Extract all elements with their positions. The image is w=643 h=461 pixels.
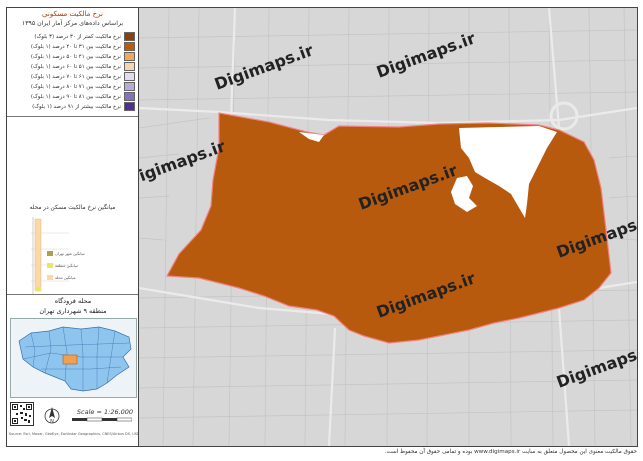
- imagery-credit: Source: Esri, Maxar, GeoEye, Earthstar G…: [9, 432, 139, 436]
- ownership-chart: میانگین شهر تهران میانگین منطقه میانگین …: [31, 217, 85, 295]
- legend-class-1: نرخ مالکیت کمتر از ۳۰ درصد (۳ بلوک): [10, 32, 135, 41]
- legend-swatch: [124, 32, 135, 41]
- legend-class-5: نرخ مالکیت بین ۶۱ تا ۷۰ درصد (۱ بلوک): [10, 72, 135, 81]
- legend-swatch: [124, 82, 135, 91]
- svg-text:N: N: [50, 419, 54, 425]
- legend-swatch: [124, 92, 135, 101]
- map-canvas: Digimaps.ir Digimaps.ir Digimaps.ir Digi…: [139, 8, 637, 446]
- legend-divider: [7, 294, 138, 295]
- legend-swatch: [124, 72, 135, 81]
- chart-bar-neighborhood: [34, 218, 42, 292]
- legend-label: نرخ مالکیت بین ۵۱ تا ۶۰ درصد (۱ بلوک): [30, 63, 121, 70]
- legend-label: نرخ مالکیت بین ۴۱ تا ۵۰ درصد (۱ بلوک): [30, 53, 121, 60]
- legend-swatch: [124, 52, 135, 61]
- legend-class-4: نرخ مالکیت بین ۵۱ تا ۶۰ درصد (۱ بلوک): [10, 62, 135, 71]
- legend-label: نرخ مالکیت بین ۷۱ تا ۸۰ درصد (۱ بلوک): [30, 83, 121, 90]
- legend-swatch-region: [47, 263, 53, 268]
- copyright-footer: حقوق مالکیت معنوی این محصول متعلق به سای…: [384, 449, 637, 455]
- legend-subtitle: براساس داده‌های مرکز آمار ایران ۱۳۹۵: [21, 20, 124, 27]
- legend-divider: [7, 116, 138, 117]
- legend-label: نرخ مالکیت بین ۸۱ تا ۹۰ درصد (۱ بلوک): [30, 93, 121, 100]
- legend-class-8: نرخ مالکیت بیشتر از ۹۱ درصد (۱ بلوک): [10, 102, 135, 111]
- basemap: Digimaps.ir Digimaps.ir Digimaps.ir Digi…: [139, 8, 637, 446]
- chart-bar-region: [35, 287, 41, 291]
- legend-label: نرخ مالکیت کمتر از ۳۰ درصد (۳ بلوک): [34, 33, 121, 40]
- legend-swatch-neighborhood: [47, 275, 53, 280]
- legend-swatch: [124, 42, 135, 51]
- chart-legend-neighborhood: میانگین محله: [55, 275, 76, 280]
- legend-title: نرخ مالکیت مسکونی: [42, 10, 103, 18]
- qr-code: [10, 402, 34, 426]
- district-name: محله فرودگاه: [54, 297, 92, 305]
- legend-label: نرخ مالکیت بین ۶۱ تا ۷۰ درصد (۱ بلوک): [30, 73, 121, 80]
- chart-legend-city: میانگین شهر تهران: [55, 251, 85, 256]
- scale-bar: [72, 417, 132, 422]
- legend-class-3: نرخ مالکیت بین ۴۱ تا ۵۰ درصد (۱ بلوک): [10, 52, 135, 61]
- legend-class-6: نرخ مالکیت بین ۷۱ تا ۸۰ درصد (۱ بلوک): [10, 82, 135, 91]
- legend-swatch-city: [47, 251, 53, 256]
- north-arrow-icon: N: [44, 407, 60, 425]
- district-region: منطقه ۹ شهرداری تهران: [39, 307, 107, 315]
- locator-map: [10, 318, 137, 398]
- scale-text: Scale = 1:26,000: [76, 408, 134, 416]
- tehran-regions-map: [18, 326, 132, 392]
- legend-class-7: نرخ مالکیت بین ۸۱ تا ۹۰ درصد (۱ بلوک): [10, 92, 135, 101]
- chart-legend-region: میانگین منطقه: [55, 263, 78, 268]
- chart-title: میانگین نرخ مالکیت مسکن در محله: [29, 205, 116, 211]
- legend-class-2: نرخ مالکیت بین ۳۱ تا ۴۰ درصد (۱ بلوک): [10, 42, 135, 51]
- highlighted-region: [62, 354, 78, 365]
- legend-swatch: [124, 62, 135, 71]
- legend-label: نرخ مالکیت بین ۳۱ تا ۴۰ درصد (۱ بلوک): [30, 43, 121, 50]
- legend-swatch: [124, 102, 135, 111]
- legend-label: نرخ مالکیت بیشتر از ۹۱ درصد (۱ بلوک): [32, 103, 121, 110]
